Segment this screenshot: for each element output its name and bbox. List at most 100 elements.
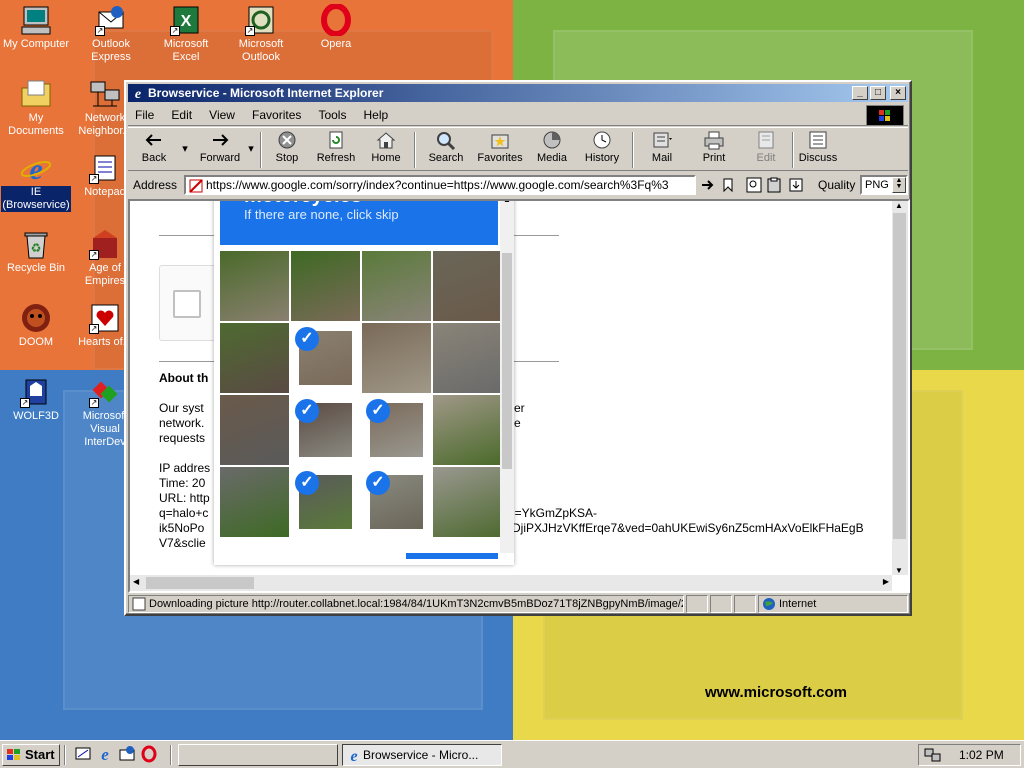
my-computer-icon xyxy=(20,4,52,36)
search-icon xyxy=(435,130,457,151)
scroll-up-icon[interactable]: ▲ xyxy=(503,201,511,204)
desktop-icon-my-computer[interactable]: My Computer xyxy=(0,4,72,51)
download-icon[interactable] xyxy=(788,177,804,193)
taskbar-browservice-button[interactable]: e Browservice - Micro... xyxy=(342,744,502,766)
vertical-scrollbar[interactable]: ▲ ▼ xyxy=(892,201,908,575)
clipboard-icon[interactable] xyxy=(766,177,782,193)
taskbar-empty-button[interactable] xyxy=(178,744,338,766)
back-button[interactable]: Back xyxy=(134,130,174,164)
mail-button[interactable]: Mail xyxy=(640,130,684,164)
menu-file[interactable]: File xyxy=(128,104,161,126)
desktop-icon-opera[interactable]: Opera xyxy=(300,3,372,51)
desktop-icon-recycle-bin[interactable]: ♻ Recycle Bin xyxy=(0,228,72,275)
challenge-scrollbar[interactable]: ▲ xyxy=(500,201,514,553)
challenge-tile[interactable] xyxy=(291,251,360,321)
internet-explorer-icon[interactable]: e xyxy=(96,745,114,764)
history-button[interactable]: History xyxy=(578,130,626,164)
challenge-tile[interactable]: ✓ xyxy=(291,395,360,465)
scroll-left-icon[interactable]: ◀ xyxy=(133,577,139,586)
outlook-express-icon[interactable] xyxy=(118,745,136,763)
status-bar: Downloading picture http://router.collab… xyxy=(128,594,908,614)
quality-select[interactable]: PNG ▲ ▼ xyxy=(860,175,908,195)
recaptcha-checkbox[interactable] xyxy=(173,290,201,318)
address-input[interactable]: https://www.google.com/sorry/index?conti… xyxy=(184,175,696,195)
network-neighborhood-icon xyxy=(89,78,121,110)
page-viewport[interactable]: About th Our syst network. requests er e… xyxy=(128,199,910,593)
menu-edit[interactable]: Edit xyxy=(164,104,199,126)
horizontal-scroll-thumb[interactable] xyxy=(146,577,254,589)
home-button[interactable]: Home xyxy=(366,130,406,164)
challenge-tile[interactable] xyxy=(220,323,289,393)
clock[interactable]: 1:02 PM xyxy=(959,745,1004,765)
find-icon[interactable] xyxy=(746,177,762,193)
scroll-right-icon[interactable]: ▶ xyxy=(883,577,889,586)
challenge-tile[interactable] xyxy=(362,251,431,321)
discuss-button[interactable]: Discuss xyxy=(796,130,840,164)
challenge-tile[interactable] xyxy=(433,323,502,393)
show-desktop-icon[interactable] xyxy=(74,745,92,763)
menu-view[interactable]: View xyxy=(202,104,242,126)
desktop-icon-my-documents[interactable]: My Documents xyxy=(0,78,72,138)
para-line-right: e xyxy=(514,416,521,430)
challenge-tile[interactable] xyxy=(433,251,502,321)
vertical-scroll-thumb[interactable] xyxy=(893,213,906,539)
maximize-button[interactable]: □ xyxy=(870,86,886,100)
challenge-tile[interactable]: ✓ xyxy=(362,395,431,465)
scroll-down-icon[interactable]: ▼ xyxy=(895,566,903,575)
ie-window[interactable]: e Browservice - Microsoft Internet Explo… xyxy=(124,80,912,616)
refresh-button[interactable]: Refresh xyxy=(314,130,358,164)
tile-photo xyxy=(433,251,502,321)
recaptcha-challenge-popup[interactable]: motorcycles If there are none, click ski… xyxy=(214,201,514,565)
desktop-icon-ie-browservice[interactable]: e IE (Browservice) xyxy=(0,152,72,212)
window-titlebar[interactable]: e Browservice - Microsoft Internet Explo… xyxy=(128,84,908,102)
horizontal-scrollbar[interactable]: ◀ ▶ xyxy=(130,575,892,591)
quality-spinner[interactable]: ▲ ▼ xyxy=(892,177,906,193)
desktop-icon-excel[interactable]: X ↗ Microsoft Excel xyxy=(150,4,222,64)
verify-button[interactable] xyxy=(406,553,498,559)
desktop-icon-outlook-express[interactable]: ↗ Outlook Express xyxy=(75,4,147,64)
info-url: URL: http xyxy=(159,491,210,505)
menu-favorites[interactable]: Favorites xyxy=(245,104,308,126)
info-ip: IP addres xyxy=(159,461,211,475)
network-tray-icon[interactable] xyxy=(924,747,942,768)
hearts-icon: ↗ xyxy=(89,302,121,334)
desktop-icon-outlook[interactable]: ↗ Microsoft Outlook xyxy=(225,4,297,64)
opera-icon[interactable] xyxy=(140,745,158,763)
bookmark-icon[interactable] xyxy=(720,177,736,193)
challenge-tile[interactable]: ✓ xyxy=(291,323,360,393)
tile-photo xyxy=(220,395,289,465)
challenge-tile[interactable] xyxy=(220,395,289,465)
menu-bar: File Edit View Favorites Tools Help xyxy=(128,104,908,126)
back-dropdown[interactable]: ▾ xyxy=(180,142,190,155)
start-button[interactable]: Start xyxy=(2,744,60,766)
stop-button[interactable]: Stop xyxy=(266,130,308,164)
scroll-up-icon[interactable]: ▲ xyxy=(895,201,903,210)
outlook-express-icon: ↗ xyxy=(95,4,127,36)
challenge-tile[interactable] xyxy=(220,251,289,321)
print-button[interactable]: Print xyxy=(694,130,734,164)
minimize-button[interactable]: _ xyxy=(852,86,868,100)
tile-photo xyxy=(220,251,289,321)
challenge-tile[interactable] xyxy=(433,395,502,465)
favorites-button[interactable]: Favorites xyxy=(472,130,528,164)
tile-photo xyxy=(220,467,289,537)
media-button[interactable]: Media xyxy=(532,130,572,164)
forward-button[interactable]: Forward xyxy=(194,130,246,164)
challenge-tile[interactable] xyxy=(433,467,502,537)
challenge-tile[interactable]: ✓ xyxy=(291,467,360,537)
desktop-icon-wolf3d[interactable]: ↗ WOLF3D xyxy=(0,376,72,423)
menu-tools[interactable]: Tools xyxy=(311,104,353,126)
edit-button[interactable]: Edit xyxy=(746,130,786,164)
menu-help[interactable]: Help xyxy=(357,104,396,126)
doom-icon xyxy=(20,302,52,334)
search-button[interactable]: Search xyxy=(424,130,468,164)
go-arrow-icon[interactable] xyxy=(700,177,716,193)
recycle-bin-icon: ♻ xyxy=(20,228,52,260)
challenge-tile[interactable] xyxy=(220,467,289,537)
forward-dropdown[interactable]: ▾ xyxy=(246,142,256,155)
close-button[interactable]: × xyxy=(890,86,906,100)
challenge-tile[interactable]: ✓ xyxy=(362,467,431,537)
challenge-scroll-thumb[interactable] xyxy=(502,253,512,469)
desktop-icon-doom[interactable]: DOOM xyxy=(0,302,72,349)
challenge-tile[interactable] xyxy=(362,323,431,393)
